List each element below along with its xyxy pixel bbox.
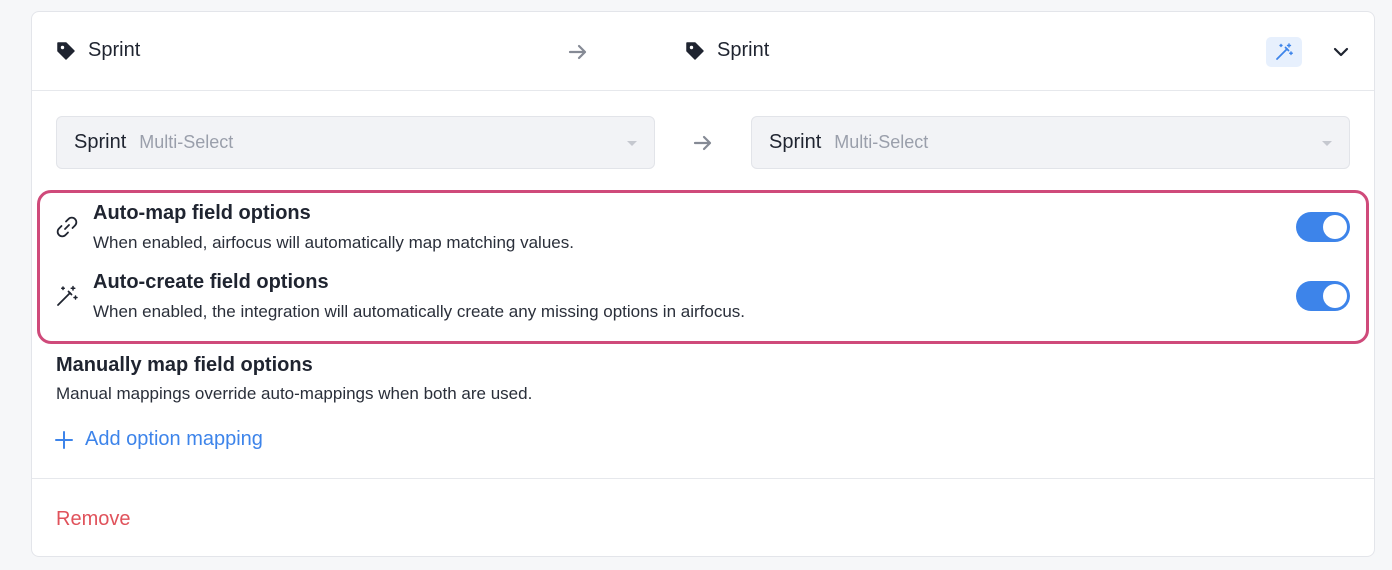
source-field-label: Sprint <box>56 39 140 62</box>
option-description: When enabled, airfocus will automaticall… <box>93 233 574 252</box>
caret-down-icon <box>627 141 637 146</box>
add-option-mapping-label: Add option mapping <box>85 428 263 450</box>
select-field-name: Sprint <box>769 131 822 153</box>
toggle-knob <box>1323 284 1347 308</box>
option-title: Auto-create field options <box>93 271 329 293</box>
manual-mapping-description: Manual mappings override auto-mappings w… <box>56 384 533 403</box>
arrow-right-icon <box>568 44 587 60</box>
manual-mapping-title: Manually map field options <box>56 354 313 376</box>
select-field-type: Multi-Select <box>139 132 234 152</box>
plus-icon <box>55 430 73 449</box>
tag-icon <box>686 41 704 60</box>
tag-icon <box>57 41 75 60</box>
caret-down-icon <box>1322 141 1332 146</box>
magic-wand-icon <box>1276 43 1293 60</box>
auto-create-option: Auto-create field options When enabled, … <box>40 267 1366 325</box>
option-description: When enabled, the integration will autom… <box>93 302 746 321</box>
collapse-button[interactable] <box>1328 39 1354 65</box>
remove-button[interactable]: Remove <box>56 508 130 531</box>
auto-options-section: Auto-map field options When enabled, air… <box>37 190 1369 344</box>
magic-wand-icon <box>57 285 78 306</box>
auto-create-toggle[interactable] <box>1296 281 1350 311</box>
field-mapping-card: Sprint Sprint Sprint Multi-Select Sprint… <box>31 11 1375 557</box>
select-field-name: Sprint <box>74 131 127 153</box>
link-icon <box>56 216 78 238</box>
target-field-select[interactable]: Sprint Multi-Select <box>751 116 1350 169</box>
target-field-name: Sprint <box>717 39 770 61</box>
auto-options-button[interactable] <box>1266 37 1302 67</box>
source-field-select[interactable]: Sprint Multi-Select <box>56 116 655 169</box>
select-field-type: Multi-Select <box>834 132 929 152</box>
source-field-name: Sprint <box>88 39 141 61</box>
mapping-header: Sprint Sprint <box>32 12 1374 91</box>
add-option-mapping-button[interactable]: Add option mapping <box>54 428 263 451</box>
target-field-label: Sprint <box>685 39 769 62</box>
toggle-knob <box>1323 215 1347 239</box>
mapping-footer: Remove <box>32 478 1374 557</box>
auto-map-toggle[interactable] <box>1296 212 1350 242</box>
chevron-down-icon <box>1333 47 1349 57</box>
option-title: Auto-map field options <box>93 202 311 224</box>
arrow-right-icon <box>693 135 712 151</box>
auto-map-option: Auto-map field options When enabled, air… <box>40 198 1366 256</box>
